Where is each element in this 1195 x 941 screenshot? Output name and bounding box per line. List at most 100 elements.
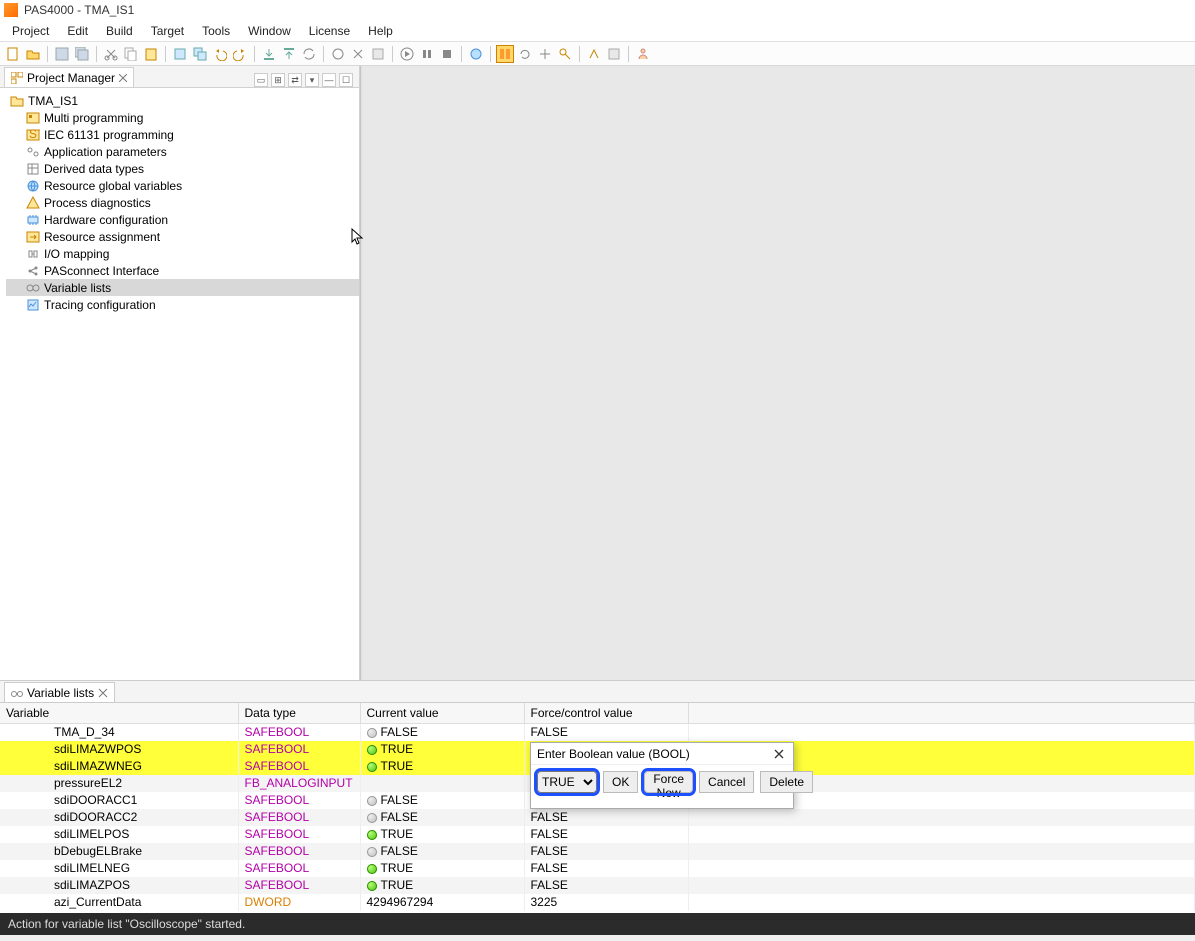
status-led-icon bbox=[367, 830, 377, 840]
maximize-icon[interactable]: ☐ bbox=[339, 73, 353, 87]
menu-build[interactable]: Build bbox=[98, 22, 141, 40]
delete-button[interactable]: Delete bbox=[760, 771, 813, 793]
tree-item[interactable]: Hardware configuration bbox=[6, 211, 359, 228]
cell-datatype: SAFEBOOL bbox=[238, 758, 360, 775]
build-icon[interactable] bbox=[171, 45, 189, 63]
tree-item[interactable]: Application parameters bbox=[6, 143, 359, 160]
globe-icon[interactable] bbox=[467, 45, 485, 63]
online-icon[interactable] bbox=[329, 45, 347, 63]
status-led-icon bbox=[367, 728, 377, 738]
cell-force-value[interactable]: FALSE bbox=[524, 877, 688, 894]
header-datatype[interactable]: Data type bbox=[238, 703, 360, 724]
disconnect-icon[interactable] bbox=[349, 45, 367, 63]
debug-step2-icon[interactable] bbox=[605, 45, 623, 63]
tree-item[interactable]: PASconnect Interface bbox=[6, 262, 359, 279]
cell-force-value[interactable]: FALSE bbox=[524, 860, 688, 877]
redo-icon[interactable] bbox=[231, 45, 249, 63]
view-menu-icon[interactable]: ▾ bbox=[305, 73, 319, 87]
table-row[interactable]: sdiLIMELPOSSAFEBOOLTRUEFALSE bbox=[0, 826, 1195, 843]
pasc-icon bbox=[26, 264, 40, 278]
close-icon[interactable] bbox=[119, 74, 127, 82]
force-now-button[interactable]: Force Now bbox=[644, 771, 693, 793]
cut-icon[interactable] bbox=[102, 45, 120, 63]
table-row[interactable]: sdiLIMAZPOSSAFEBOOLTRUEFALSE bbox=[0, 877, 1195, 894]
project-tree[interactable]: TMA_IS1 Multi programmingSTIEC 61131 pro… bbox=[0, 88, 359, 680]
types-icon bbox=[26, 162, 40, 176]
project-manager-tab-label: Project Manager bbox=[27, 71, 115, 85]
table-row[interactable]: azi_CurrentDataDWORD42949672943225 bbox=[0, 894, 1195, 911]
tree-item[interactable]: Derived data types bbox=[6, 160, 359, 177]
build-all-icon[interactable] bbox=[191, 45, 209, 63]
ok-button[interactable]: OK bbox=[603, 771, 638, 793]
minimize-icon[interactable]: — bbox=[322, 73, 336, 87]
close-icon[interactable] bbox=[98, 688, 108, 698]
cell-force-value[interactable]: FALSE bbox=[524, 809, 688, 826]
force-panel-icon[interactable] bbox=[496, 45, 514, 63]
link-icon[interactable]: ⇄ bbox=[288, 73, 302, 87]
cell-force-value[interactable]: FALSE bbox=[524, 826, 688, 843]
tree-item[interactable]: Tracing configuration bbox=[6, 296, 359, 313]
save-icon[interactable] bbox=[53, 45, 71, 63]
cell-datatype: DWORD bbox=[238, 894, 360, 911]
tree-item[interactable]: I/O mapping bbox=[6, 245, 359, 262]
play-icon[interactable] bbox=[398, 45, 416, 63]
undo-icon[interactable] bbox=[211, 45, 229, 63]
project-manager-panel: Project Manager ▭ ⊞ ⇄ ▾ — ☐ TMA_IS1 Mult… bbox=[0, 66, 360, 680]
open-icon[interactable] bbox=[24, 45, 42, 63]
save-all-icon[interactable] bbox=[73, 45, 91, 63]
table-row[interactable]: TMA_D_34SAFEBOOLFALSEFALSE bbox=[0, 724, 1195, 741]
table-row[interactable]: sdiDOORACC2SAFEBOOLFALSEFALSE bbox=[0, 809, 1195, 826]
diag-icon bbox=[26, 196, 40, 210]
cancel-button[interactable]: Cancel bbox=[699, 771, 754, 793]
download-icon[interactable] bbox=[260, 45, 278, 63]
menu-tools[interactable]: Tools bbox=[194, 22, 238, 40]
paste-icon[interactable] bbox=[142, 45, 160, 63]
go-icon[interactable] bbox=[369, 45, 387, 63]
copy-icon[interactable] bbox=[122, 45, 140, 63]
collapse-all-icon[interactable]: ▭ bbox=[254, 73, 268, 87]
cell-force-value[interactable]: FALSE bbox=[524, 724, 688, 741]
tree-item[interactable]: Resource assignment bbox=[6, 228, 359, 245]
cell-datatype: SAFEBOOL bbox=[238, 877, 360, 894]
header-variable[interactable]: Variable bbox=[0, 703, 238, 724]
menu-help[interactable]: Help bbox=[360, 22, 401, 40]
sync-icon[interactable] bbox=[300, 45, 318, 63]
tree-root[interactable]: TMA_IS1 bbox=[6, 92, 359, 109]
menu-edit[interactable]: Edit bbox=[59, 22, 96, 40]
key-icon[interactable] bbox=[556, 45, 574, 63]
hw-icon bbox=[26, 213, 40, 227]
table-row[interactable]: sdiLIMELNEGSAFEBOOLTRUEFALSE bbox=[0, 860, 1195, 877]
cell-current-value: FALSE bbox=[360, 792, 524, 809]
header-force-value[interactable]: Force/control value bbox=[524, 703, 688, 724]
cell-force-value[interactable]: 3225 bbox=[524, 894, 688, 911]
tree-item[interactable]: Multi programming bbox=[6, 109, 359, 126]
boolean-value-select[interactable]: TRUEFALSE bbox=[537, 771, 597, 793]
glasses-icon bbox=[11, 687, 23, 699]
expand-all-icon[interactable]: ⊞ bbox=[271, 73, 285, 87]
user-icon[interactable] bbox=[634, 45, 652, 63]
header-current-value[interactable]: Current value bbox=[360, 703, 524, 724]
upload-icon[interactable] bbox=[280, 45, 298, 63]
dialog-close-button[interactable] bbox=[771, 746, 787, 762]
tree-item-label: I/O mapping bbox=[44, 247, 109, 261]
tree-item[interactable]: STIEC 61131 programming bbox=[6, 126, 359, 143]
menu-target[interactable]: Target bbox=[143, 22, 192, 40]
project-manager-tab[interactable]: Project Manager bbox=[4, 67, 134, 87]
status-led-icon bbox=[367, 762, 377, 772]
stop-icon[interactable] bbox=[438, 45, 456, 63]
table-row[interactable]: bDebugELBrakeSAFEBOOLFALSEFALSE bbox=[0, 843, 1195, 860]
cell-variable: bDebugELBrake bbox=[6, 844, 232, 858]
debug-step-icon[interactable] bbox=[585, 45, 603, 63]
cell-force-value[interactable]: FALSE bbox=[524, 843, 688, 860]
tree-item[interactable]: Resource global variables bbox=[6, 177, 359, 194]
tree-item[interactable]: Variable lists bbox=[6, 279, 359, 296]
variable-lists-tab[interactable]: Variable lists bbox=[4, 682, 115, 702]
pause-icon[interactable] bbox=[418, 45, 436, 63]
refresh-icon[interactable] bbox=[516, 45, 534, 63]
new-icon[interactable] bbox=[4, 45, 22, 63]
tree-item[interactable]: Process diagnostics bbox=[6, 194, 359, 211]
compare-icon[interactable] bbox=[536, 45, 554, 63]
menu-project[interactable]: Project bbox=[4, 22, 57, 40]
menu-window[interactable]: Window bbox=[240, 22, 299, 40]
menu-license[interactable]: License bbox=[301, 22, 358, 40]
